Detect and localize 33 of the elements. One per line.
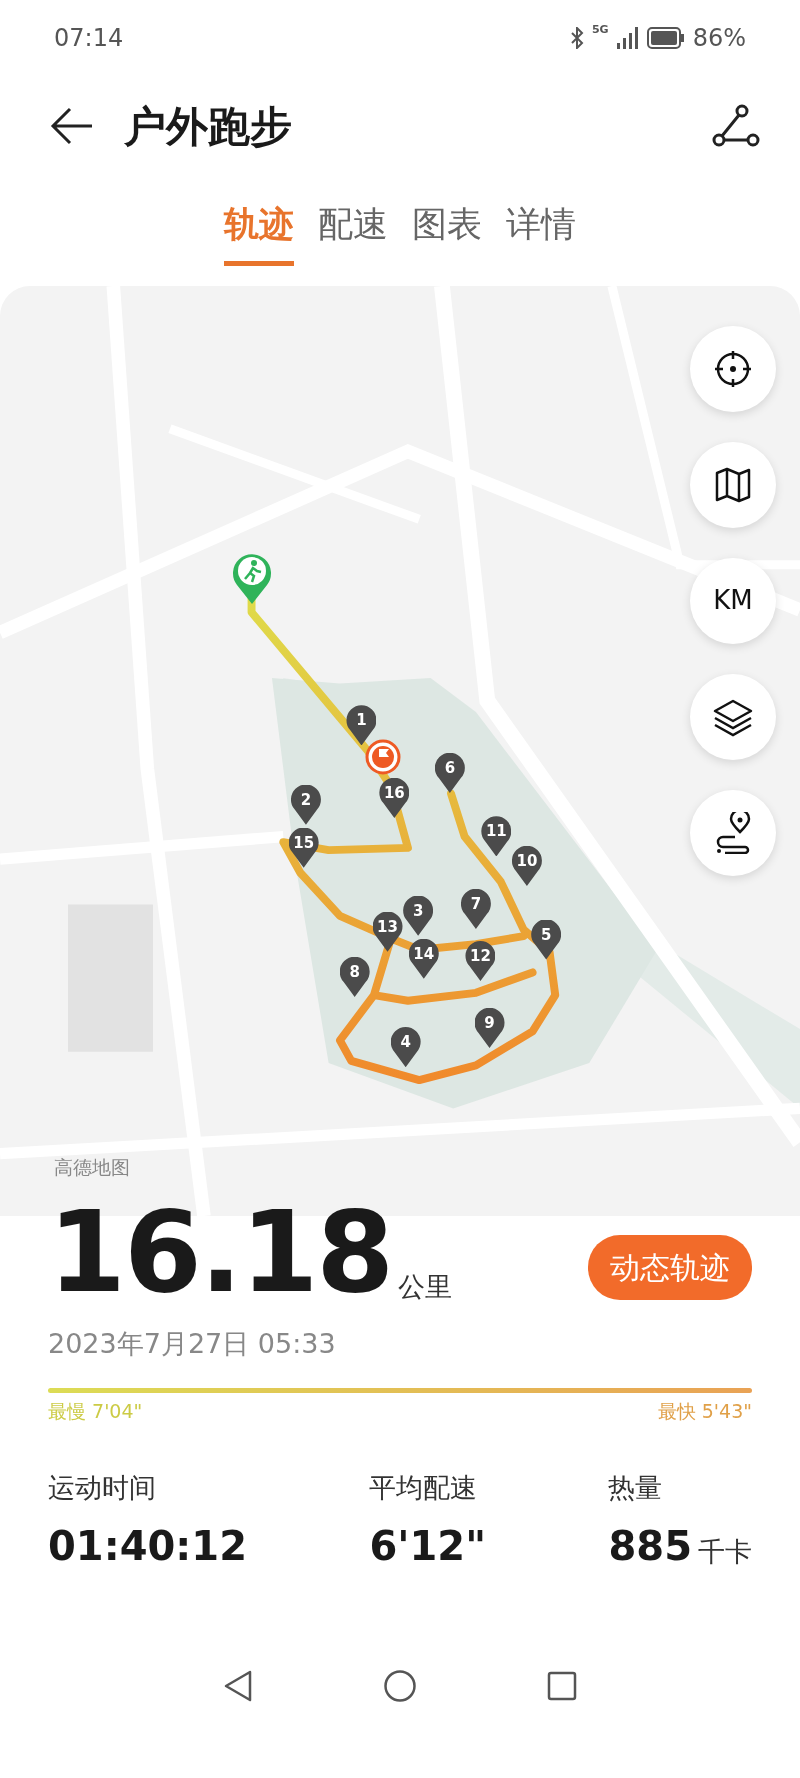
dynamic-track-button[interactable]: 动态轨迹: [588, 1234, 752, 1300]
signal-icon: [616, 27, 639, 49]
battery-level: 86%: [692, 23, 746, 54]
slowest-pace: 最慢 7'04": [48, 1399, 143, 1424]
locate-icon: [713, 348, 753, 389]
fastest-pace: 最快 5'43": [657, 1399, 752, 1424]
tab[interactable]: 详情: [506, 192, 576, 266]
finish-flag-icon: [365, 739, 402, 775]
stat-label: 热量: [608, 1470, 664, 1505]
share-route-icon[interactable]: [712, 104, 760, 148]
battery-icon: [646, 27, 685, 49]
distance-value: 16.18: [48, 1195, 393, 1308]
stat-value: 6'12": [369, 1522, 487, 1571]
distance-unit: 公里: [398, 1270, 453, 1304]
workout-date: 2023年7月27日 05:33: [48, 1326, 337, 1361]
page-title: 户外跑步: [124, 100, 292, 153]
stat-unit: 千卡: [698, 1534, 752, 1569]
back-nav-icon[interactable]: [223, 1669, 253, 1703]
status-time: 07:14: [54, 23, 124, 54]
recents-nav-icon[interactable]: [547, 1671, 577, 1701]
start-pin-icon: [231, 551, 272, 604]
back-icon[interactable]: [50, 106, 94, 146]
stat-value: 01:40:12: [48, 1522, 247, 1571]
stat-label: 平均配速: [369, 1470, 479, 1505]
map-attribution: 高德地图: [54, 1155, 130, 1180]
tab[interactable]: 图表: [412, 192, 482, 266]
network-label: 5G: [591, 22, 609, 38]
bluetooth-icon: [569, 27, 584, 49]
stat-value: 885: [608, 1522, 692, 1571]
home-nav-icon[interactable]: [383, 1669, 417, 1703]
tab[interactable]: 轨迹: [224, 192, 294, 266]
tab[interactable]: 配速: [318, 192, 388, 266]
stat-label: 运动时间: [48, 1470, 157, 1505]
